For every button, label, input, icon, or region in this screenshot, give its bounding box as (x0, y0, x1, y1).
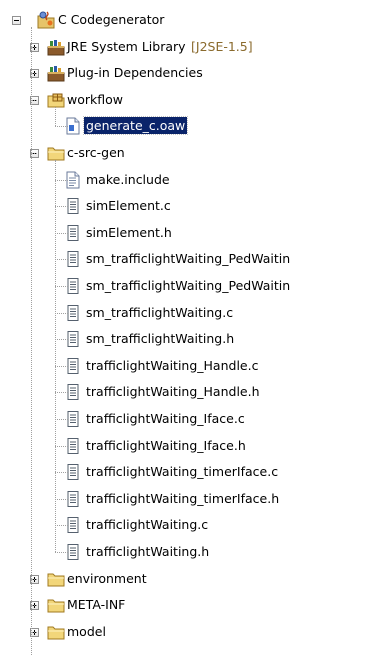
tree-node-jre-system-library[interactable]: JRE System Library [J2SE-1.5] (0, 34, 382, 60)
tree-node-label: model (67, 623, 106, 639)
collapse-icon[interactable] (12, 16, 21, 25)
tree-connector (55, 472, 68, 474)
tree-node-label: trafficlightWaiting.c (86, 517, 209, 533)
tree-connector (55, 160, 56, 552)
tree-connector (55, 126, 68, 128)
tree-node-workflow[interactable]: workflow (0, 87, 382, 113)
folder-icon (47, 596, 65, 614)
tree-connector (55, 419, 68, 420)
java-project-icon (36, 11, 55, 29)
tree-connector (55, 445, 68, 447)
folder-icon (47, 144, 65, 162)
folder-icon (47, 570, 65, 588)
tree-connector (55, 365, 68, 367)
tree-node-label: simElement.c (86, 198, 171, 214)
tree-node-label: make.include (86, 171, 170, 187)
tree-connector (55, 206, 68, 208)
tree-connector (31, 27, 32, 655)
tree-connector (55, 232, 68, 234)
folder-icon (47, 623, 65, 641)
tree-node-label: trafficlightWaiting_Handle.h (86, 384, 260, 400)
tree-node-meta-inf[interactable]: META-INF (0, 592, 382, 618)
tree-node-label: trafficlightWaiting_timerIface.h (86, 490, 280, 506)
package-folder-icon (47, 91, 65, 109)
tree-node-label: simElement.h (86, 224, 172, 240)
tree-node-label: workflow (67, 91, 123, 107)
tree-connector (55, 339, 68, 341)
package-explorer-tree: C Codegenerator JRE System Library [J2SE-… (0, 0, 382, 655)
tree-node-label: trafficlightWaiting.h (86, 544, 210, 559)
tree-node-label: environment (67, 570, 147, 586)
tree-connector (55, 552, 68, 553)
project-node-c-codegenerator[interactable]: C Codegenerator (0, 7, 382, 33)
tree-node-label: sm_trafficlightWaiting_PedWaitin (86, 278, 291, 293)
tree-node-label: sm_trafficlightWaiting_PedWaitin (86, 251, 291, 267)
tree-connector (55, 179, 68, 181)
tree-connector (55, 525, 68, 527)
tree-node-label: C Codegenerator (58, 12, 165, 27)
tree-node-model[interactable]: model (0, 619, 382, 645)
tree-node-label: sm_trafficlightWaiting.c (86, 304, 234, 320)
tree-node-label: generate_c.oaw (82, 116, 189, 136)
tree-node-environment[interactable]: environment (0, 566, 382, 592)
tree-connector (55, 259, 68, 261)
tree-node-label: trafficlightWaiting_Iface.h (86, 437, 246, 453)
tree-node-plug-in-dependencies[interactable]: Plug-in Dependencies (0, 60, 382, 86)
tree-connector (55, 312, 68, 314)
tree-node-c-src-gen[interactable]: c-src-gen (0, 140, 382, 166)
tree-connector (55, 286, 68, 287)
tree-node-label: c-src-gen (67, 145, 125, 160)
tree-connector (55, 392, 68, 394)
tree-node-label: JRE System Library (67, 38, 186, 54)
tree-connector (55, 106, 56, 127)
tree-node-label: trafficlightWaiting_timerIface.c (86, 464, 279, 480)
library-icon (47, 64, 65, 82)
library-icon (47, 38, 65, 56)
tree-node-label: META-INF (67, 597, 126, 613)
library-version-decoration: [J2SE-1.5] (191, 38, 253, 54)
tree-node-label: trafficlightWaiting_Handle.c (86, 357, 259, 373)
tree-node-label: Plug-in Dependencies (67, 65, 203, 81)
tree-node-label: trafficlightWaiting_Iface.c (86, 411, 245, 426)
tree-connector (55, 498, 68, 500)
tree-node-label: sm_trafficlightWaiting.h (86, 331, 235, 347)
